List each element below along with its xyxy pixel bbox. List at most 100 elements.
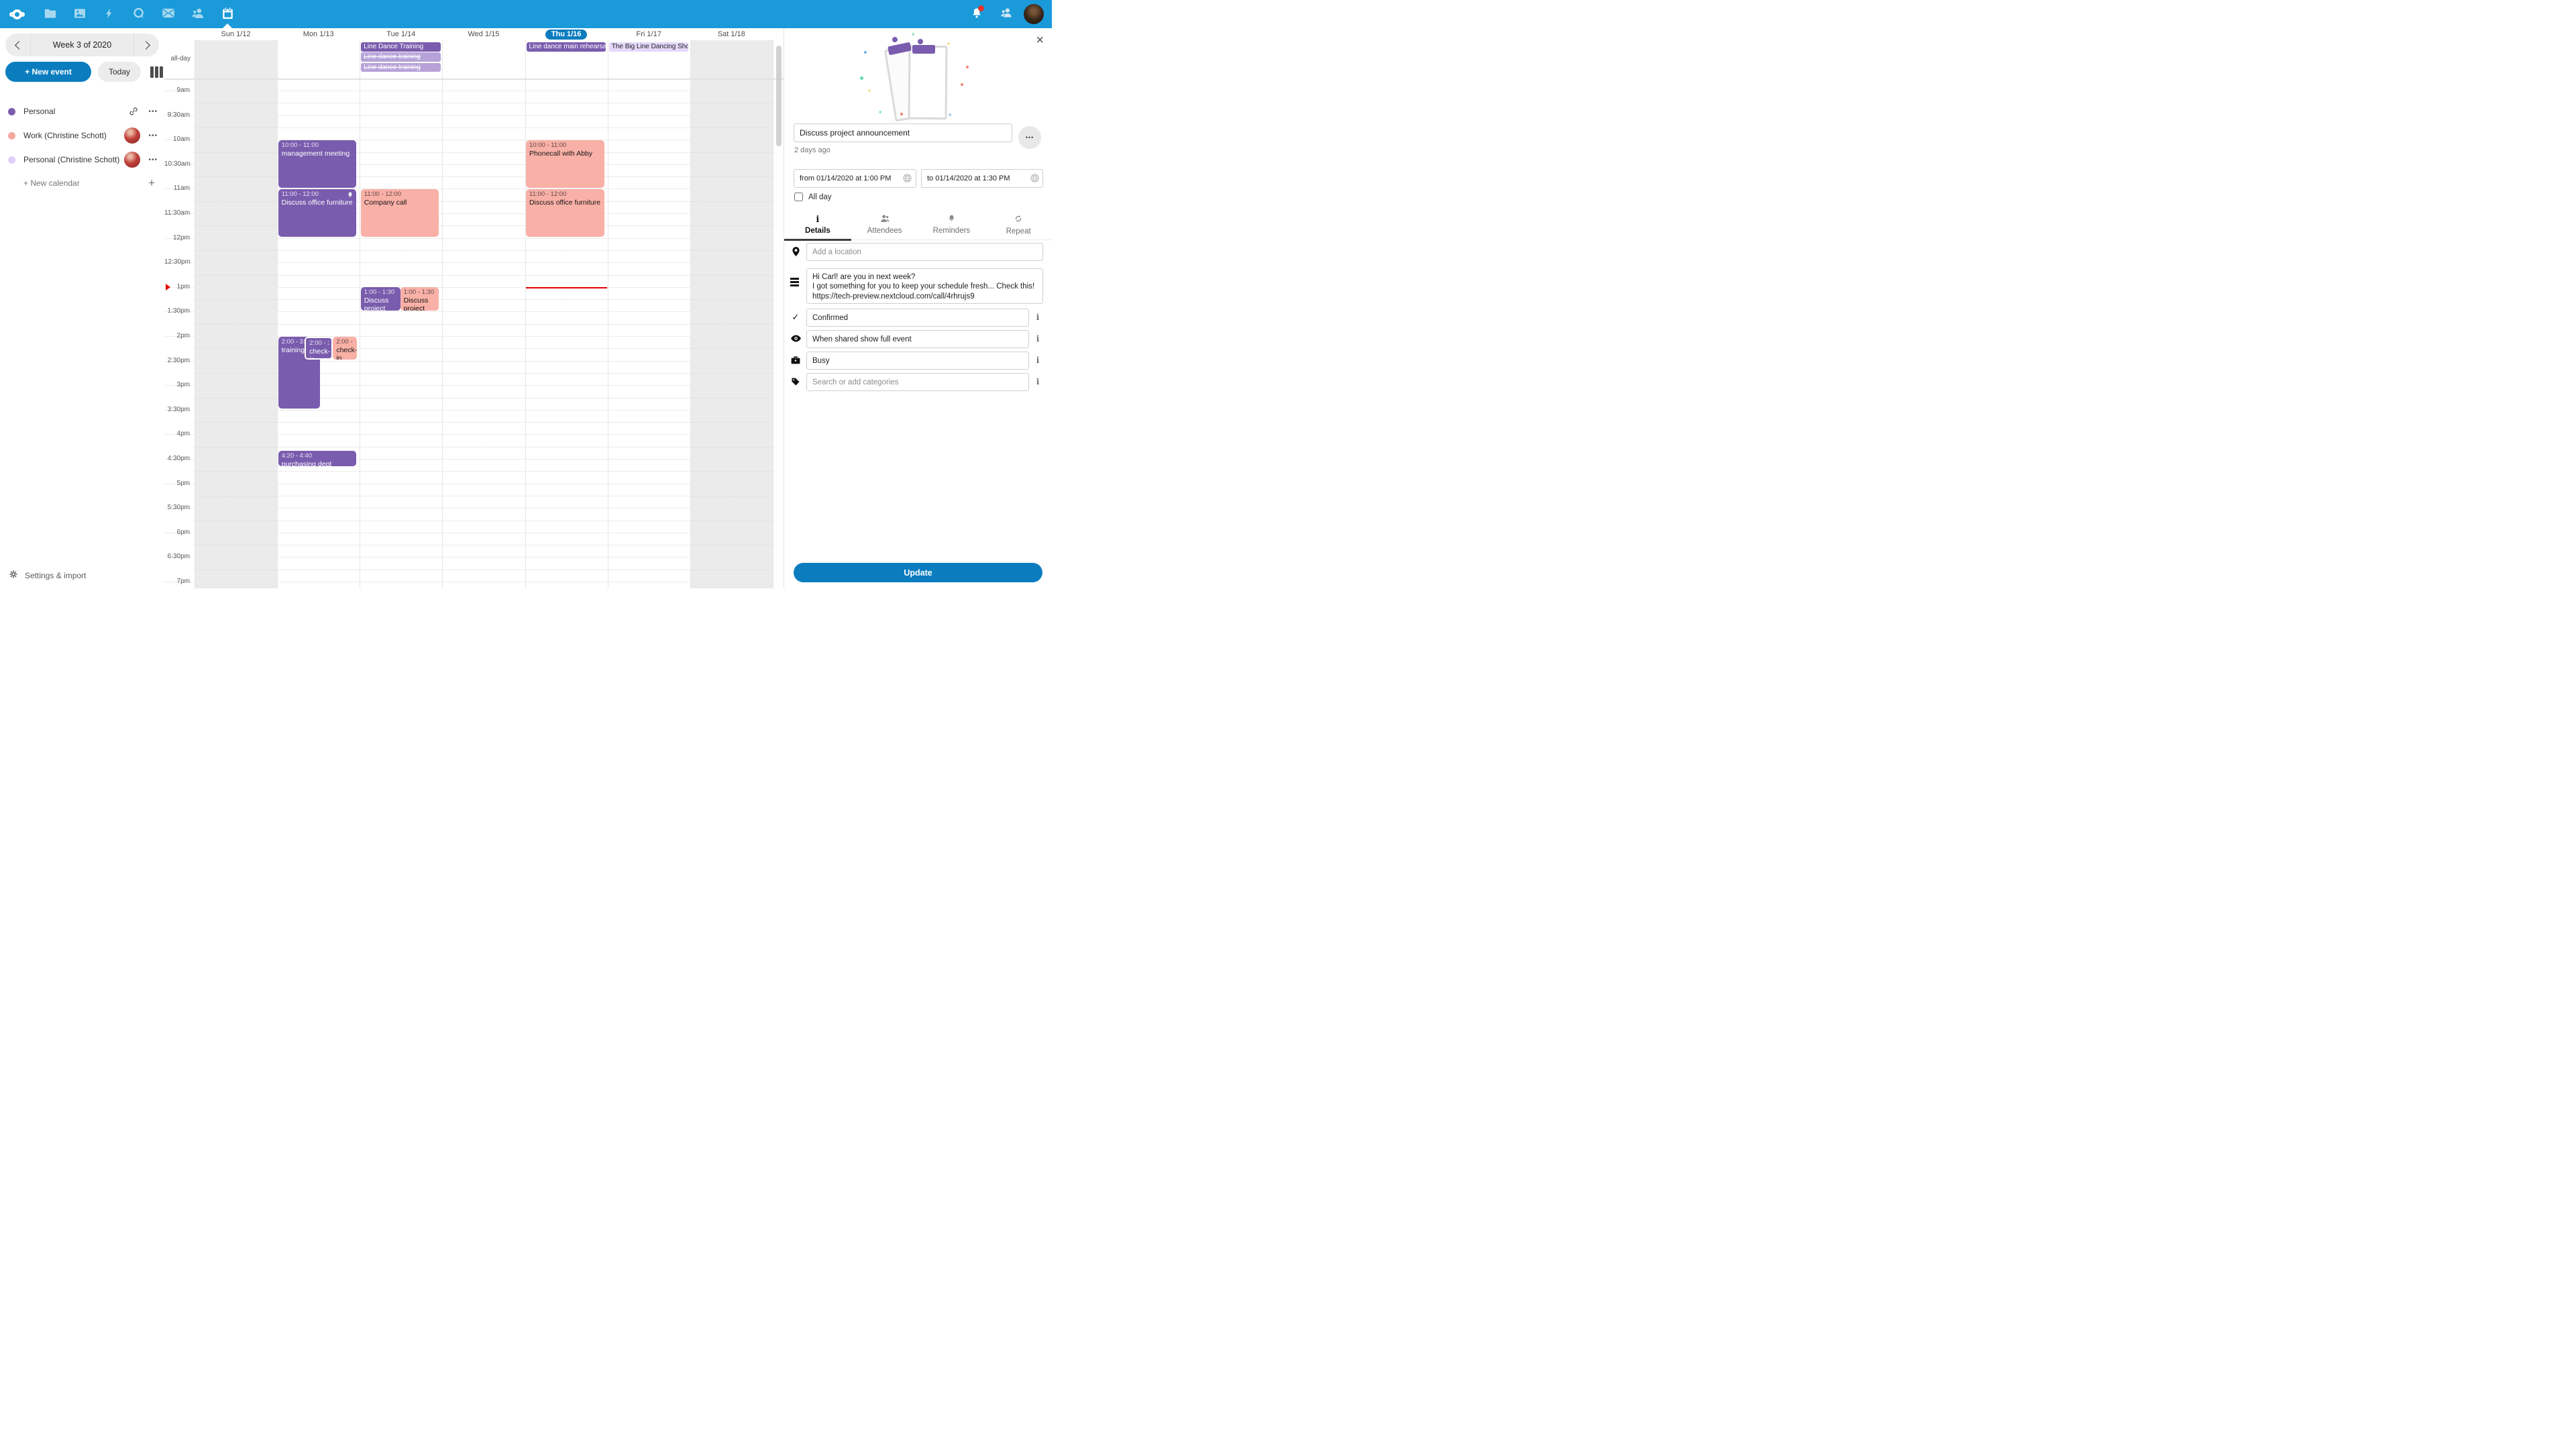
location-input[interactable] [806, 243, 1043, 261]
calendar-list: Personal•••Work (Christine Schott)•••Per… [0, 99, 164, 172]
all-day-checkbox[interactable] [794, 193, 803, 201]
event-end-input[interactable] [921, 169, 1043, 188]
all-day-event[interactable]: Line dance main rehearsal [527, 42, 606, 52]
new-event-button[interactable]: + New event [5, 62, 91, 82]
day-header-wed[interactable]: Wed 1/15 [442, 28, 525, 40]
today-button[interactable]: Today [98, 62, 141, 82]
view-mode-toggle[interactable] [148, 64, 166, 81]
calendar-event[interactable]: 1:00 - 1:30Discuss project [400, 287, 439, 311]
event-title: management meeting [282, 150, 354, 158]
tab-reminders[interactable]: Reminders [918, 209, 985, 239]
app-contacts[interactable] [183, 0, 213, 28]
time-label: 5:30pm [164, 504, 190, 511]
hour-line [164, 287, 773, 288]
calendar-list-item[interactable]: Personal ••• [0, 99, 164, 123]
calendar-list-item[interactable]: Personal (Christine Schott)••• [0, 148, 164, 172]
all-day-event[interactable]: Line dance training [361, 52, 441, 62]
availability-select[interactable]: Busy [806, 352, 1029, 370]
calendar-actions-menu[interactable]: ••• [148, 108, 158, 115]
day-header-thu[interactable]: Thu 1/16 [525, 28, 608, 40]
calendar-event[interactable]: 11:00 - 12:00Discuss office furniture [526, 189, 604, 237]
app-activity[interactable] [95, 0, 124, 28]
user-avatar[interactable] [1024, 4, 1044, 24]
event-title-input[interactable] [794, 123, 1012, 142]
app-talk[interactable] [124, 0, 154, 28]
time-label: 2pm [164, 332, 190, 339]
event-time: 11:00 - 12:00 [364, 191, 437, 199]
calendar-name: Personal [23, 107, 124, 116]
quarter-hour-line [195, 471, 773, 472]
description-textarea[interactable]: Hi Carl! are you in next week? I got som… [806, 268, 1043, 304]
check-icon: ✓ [790, 312, 801, 323]
calendar-event[interactable]: 4:20 - 4:40purchasing dept [278, 451, 357, 466]
time-label: 12:30pm [164, 258, 190, 266]
info-icon[interactable]: i [1033, 334, 1042, 343]
categories-tag-icon [790, 377, 801, 386]
app-photos[interactable] [65, 0, 95, 28]
app-mail[interactable] [154, 0, 183, 28]
confetti-dot [966, 66, 969, 68]
calendar-actions-menu[interactable]: ••• [148, 132, 158, 140]
event-start-input[interactable] [794, 169, 916, 188]
app-files[interactable] [36, 0, 65, 28]
calendar-event[interactable]: 10:00 - 11:00Phonecall with Abby [526, 140, 604, 188]
confetti-plus: + [949, 111, 952, 118]
calendar-list-item[interactable]: Work (Christine Schott)••• [0, 123, 164, 148]
app-sidebar: Week 3 of 2020 + New event Today Persona… [0, 28, 164, 588]
tab-repeat[interactable]: Repeat [985, 209, 1052, 239]
hour-line [164, 238, 773, 239]
all-day-event[interactable]: Line Dance Training [361, 42, 441, 52]
tab-attendees[interactable]: Attendees [851, 209, 918, 239]
calendar-event[interactable]: 10:00 - 11:00management meeting [278, 140, 357, 188]
calendar-event[interactable]: 1:00 - 1:30Discuss project announcement [361, 287, 400, 311]
hour-line [164, 115, 773, 116]
next-week-button[interactable] [133, 34, 159, 56]
time-label: 6pm [164, 529, 190, 536]
app-calendar[interactable] [213, 0, 242, 28]
contacts-menu-button[interactable] [994, 0, 1018, 28]
notifications-button[interactable] [965, 0, 989, 28]
status-select[interactable]: Confirmed [806, 309, 1029, 327]
event-actions-menu-button[interactable]: ••• [1018, 126, 1041, 149]
calendar-event[interactable]: 2:00 - 2:30check-in [305, 337, 333, 360]
time-grid: 9am9:30am10am10:30am11am11:30am12pm12:30… [164, 81, 784, 588]
confetti-dot [860, 76, 863, 80]
calendar-scrollbar[interactable] [776, 46, 782, 146]
categories-input[interactable] [806, 373, 1029, 391]
day-header-mon[interactable]: Mon 1/13 [277, 28, 360, 40]
calendar-event[interactable]: 2:00 - 2:30check-in [333, 337, 357, 360]
current-time-line [526, 287, 607, 288]
settings-import-button[interactable]: Settings & import [8, 569, 86, 582]
info-icon[interactable]: i [1033, 377, 1042, 386]
nextcloud-logo[interactable] [9, 9, 25, 19]
event-title: Discuss project announcement [364, 297, 398, 311]
all-day-event[interactable]: Line dance training [361, 63, 441, 72]
notification-badge [978, 5, 984, 11]
calendar-event[interactable]: 11:00 - 12:00Discuss office furniture [278, 189, 357, 237]
info-icon: i [816, 215, 819, 225]
day-header-sat[interactable]: Sat 1/18 [690, 28, 773, 40]
calendar-event[interactable]: 11:00 - 12:00Company call [361, 189, 439, 237]
new-calendar-button[interactable]: + New calendar + [0, 172, 164, 195]
tab-details[interactable]: i Details [784, 209, 851, 239]
sidebar-actions: + New event Today [5, 62, 159, 82]
all-day-event[interactable]: The Big Line Dancing Show [609, 42, 689, 52]
previous-week-button[interactable] [5, 34, 31, 56]
update-button[interactable]: Update [794, 563, 1042, 582]
visibility-select[interactable]: When shared show full event [806, 330, 1029, 348]
day-header-tue[interactable]: Tue 1/14 [360, 28, 442, 40]
calendar-color-dot [8, 132, 15, 140]
hour-line [164, 311, 773, 312]
calendar-actions-menu[interactable]: ••• [148, 156, 158, 164]
day-header-sun[interactable]: Sun 1/12 [195, 28, 277, 40]
confetti-dot [961, 83, 963, 86]
week-label[interactable]: Week 3 of 2020 [31, 34, 133, 56]
info-icon[interactable]: i [1033, 313, 1042, 322]
info-icon[interactable]: i [1033, 356, 1042, 365]
day-header-fri[interactable]: Fri 1/17 [608, 28, 690, 40]
confetti-dot [864, 51, 867, 54]
event-title: Discuss office furniture [529, 199, 602, 207]
close-panel-button[interactable]: × [1036, 34, 1044, 47]
share-link-icon[interactable] [128, 106, 139, 117]
confetti-plus: + [912, 31, 915, 38]
